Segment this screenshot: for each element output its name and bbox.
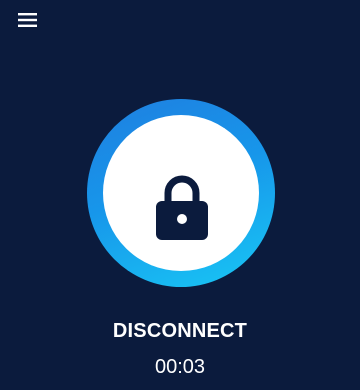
connection-toggle-button[interactable] xyxy=(87,99,275,287)
hamburger-menu-icon xyxy=(16,11,40,29)
connection-timer: 00:03 xyxy=(154,356,206,378)
disconnect-label[interactable]: DISCONNECT xyxy=(0,320,360,343)
lock-icon xyxy=(155,171,209,241)
menu-button[interactable] xyxy=(16,11,40,29)
connection-button-face xyxy=(103,115,259,271)
